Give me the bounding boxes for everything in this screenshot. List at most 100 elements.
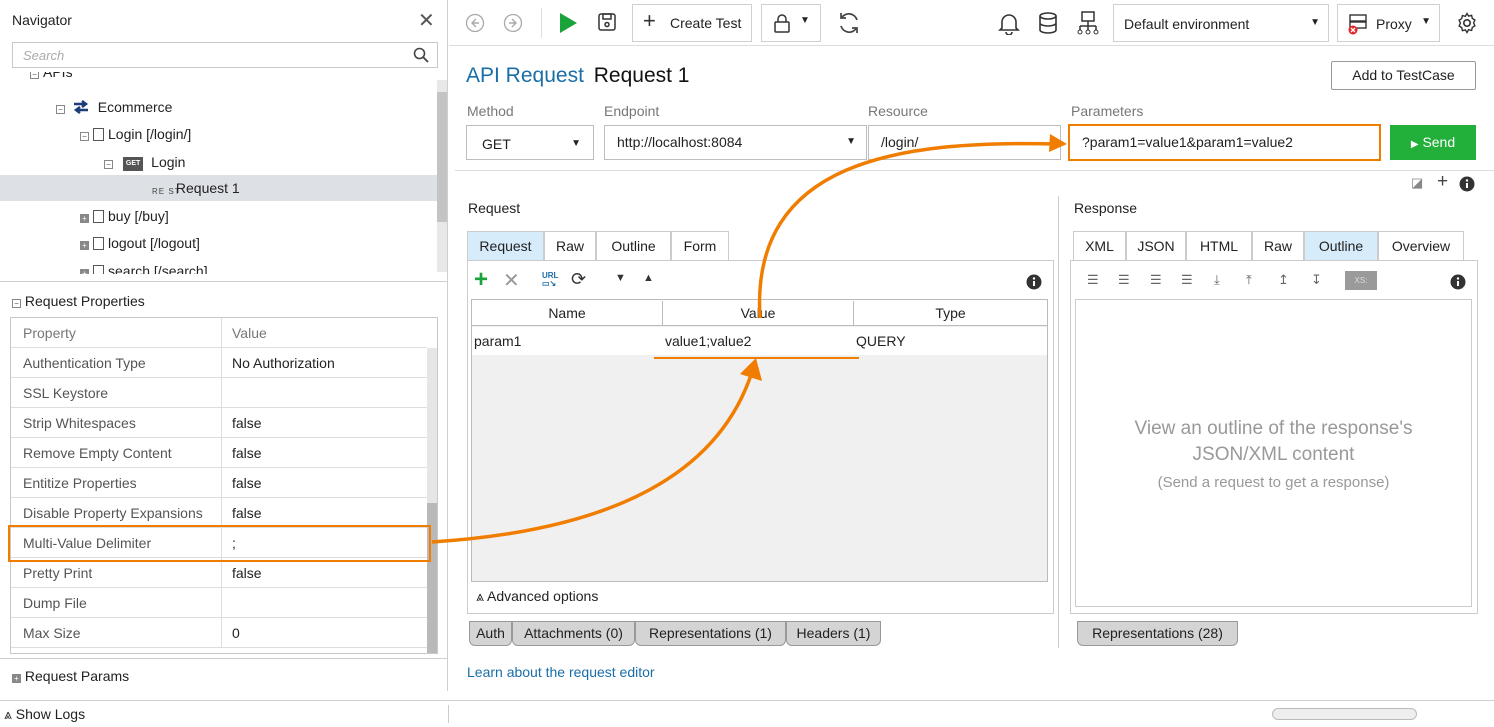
add-icon[interactable]: +	[1437, 171, 1448, 193]
tree-item-apis[interactable]: − APIs	[30, 72, 73, 79]
table-row[interactable]: param1 value1;value2 QUERY	[472, 327, 1047, 355]
resource-input[interactable]: /login/	[868, 125, 1061, 160]
create-test-button[interactable]: + Create Test	[632, 4, 752, 42]
tab-headers[interactable]: Headers (1)	[786, 621, 881, 646]
property-row[interactable]: Dump File	[11, 588, 427, 618]
remove-param-icon[interactable]: ✕	[503, 268, 520, 293]
tree-item-ecommerce[interactable]: − Ecommerce	[56, 94, 172, 120]
close-icon[interactable]: ✕	[418, 8, 435, 33]
learn-link[interactable]: Learn about the request editor	[467, 664, 655, 680]
info-icon[interactable]	[1026, 274, 1042, 290]
xsd-icon[interactable]: XS:	[1345, 271, 1377, 290]
tab-raw[interactable]: Raw	[1252, 231, 1304, 261]
placeholder-line-1: View an outline of the response's	[1134, 418, 1413, 439]
tab-form[interactable]: Form	[671, 231, 729, 261]
property-value[interactable]: No Authorization	[232, 355, 335, 371]
info-icon[interactable]	[1459, 176, 1475, 192]
property-row[interactable]: Entitize Properties false	[11, 468, 427, 498]
bell-icon[interactable]	[998, 11, 1020, 35]
tab-response-representations[interactable]: Representations (28)	[1077, 621, 1238, 646]
tree-item-login-method[interactable]: − GET Login	[104, 149, 185, 175]
move-up-icon[interactable]: ↥	[1278, 272, 1289, 288]
network-icon[interactable]	[1076, 10, 1100, 36]
show-logs-button[interactable]: ⩓ Show Logs	[4, 706, 85, 723]
send-button[interactable]: ▶ Send	[1390, 125, 1476, 160]
collapse-all-icon[interactable]: ⤒	[1246, 272, 1252, 288]
property-row[interactable]: Pretty Print false	[11, 558, 427, 588]
align-right-icon[interactable]: ☰	[1118, 272, 1130, 288]
param-name-cell[interactable]: param1	[474, 333, 521, 349]
info-icon[interactable]	[1450, 274, 1466, 290]
search-input[interactable]: Search	[12, 42, 438, 68]
tab-outline[interactable]: Outline	[596, 231, 671, 261]
property-value[interactable]: 0	[232, 625, 240, 641]
tab-request[interactable]: Request	[467, 231, 544, 261]
tab-representations[interactable]: Representations (1)	[635, 621, 786, 646]
settings-gear-icon[interactable]	[1456, 12, 1478, 34]
tab-xml[interactable]: XML	[1073, 231, 1126, 261]
tab-html[interactable]: HTML	[1186, 231, 1252, 261]
property-value[interactable]: false	[232, 565, 262, 581]
request-properties-header[interactable]: − Request Properties	[12, 293, 145, 309]
property-row[interactable]: Authentication Type No Authorization	[11, 348, 427, 378]
sync-icon[interactable]: ⟳	[571, 269, 586, 290]
tab-attachments[interactable]: Attachments (0)	[512, 621, 635, 646]
property-row[interactable]: Remove Empty Content false	[11, 438, 427, 468]
move-down-icon[interactable]: ▼	[615, 272, 626, 284]
method-value: GET	[482, 136, 511, 152]
highlight-delimiter	[8, 525, 431, 562]
property-row[interactable]: Max Size 0	[11, 618, 427, 648]
property-value[interactable]: false	[232, 415, 262, 431]
param-type-cell[interactable]: QUERY	[856, 333, 906, 349]
property-value[interactable]: false	[232, 445, 262, 461]
tree-item-buy[interactable]: + buy [/buy]	[80, 203, 169, 229]
tree-item-request-1[interactable]: RE ST Request 1	[0, 175, 437, 201]
add-param-icon[interactable]: +	[474, 266, 488, 294]
tree-item-logout[interactable]: + logout [/logout]	[80, 230, 200, 256]
horizontal-scrollbar[interactable]	[1272, 708, 1417, 720]
tab-json[interactable]: JSON	[1126, 231, 1186, 261]
property-value[interactable]: false	[232, 475, 262, 491]
param-value-cell[interactable]: value1;value2	[665, 333, 751, 349]
align-justify-icon[interactable]: ☰	[1150, 272, 1162, 288]
navigator-panel: Navigator ✕ Search − APIs − Ecommerce − Lo…	[0, 0, 448, 691]
tab-overview[interactable]: Overview	[1378, 231, 1464, 261]
advanced-options-toggle[interactable]: ⩓ Advanced options	[476, 588, 598, 605]
tree-item-login-resource[interactable]: − Login [/login/]	[80, 121, 191, 147]
back-icon[interactable]	[465, 13, 485, 33]
tree-scrollbar-thumb[interactable]	[437, 92, 447, 222]
tab-auth[interactable]: Auth	[469, 621, 512, 646]
response-placeholder: View an outline of the response's JSON/X…	[1075, 416, 1472, 496]
expand-all-icon[interactable]: ⤓	[1214, 272, 1220, 288]
run-icon[interactable]	[557, 12, 579, 34]
add-to-testcase-button[interactable]: Add to TestCase	[1331, 61, 1476, 90]
resource-icon	[93, 265, 104, 274]
proxy-dropdown[interactable]: Proxy ▼	[1337, 4, 1440, 42]
move-up-icon[interactable]: ▲	[643, 272, 654, 284]
database-icon[interactable]	[1038, 11, 1058, 35]
search-icon[interactable]	[413, 47, 429, 63]
align-center-icon[interactable]: ☰	[1181, 272, 1193, 288]
tab-raw[interactable]: Raw	[544, 231, 596, 261]
request-params-header[interactable]: + Request Params	[12, 668, 129, 684]
refresh-icon[interactable]	[837, 11, 861, 35]
tab-outline[interactable]: Outline	[1304, 231, 1378, 261]
method-select[interactable]: GET ▼	[466, 125, 594, 160]
environment-select[interactable]: Default environment ▼	[1113, 4, 1329, 42]
endpoint-input[interactable]: http://localhost:8084 ▼	[604, 125, 867, 160]
panel-splitter[interactable]	[1058, 196, 1059, 648]
move-down-icon[interactable]: ↧	[1311, 272, 1322, 288]
layout-toggle-icon[interactable]: ◪	[1411, 175, 1423, 191]
align-left-icon[interactable]: ☰	[1087, 272, 1099, 288]
property-row[interactable]: Strip Whitespaces false	[11, 408, 427, 438]
property-value[interactable]: false	[232, 505, 262, 521]
parameters-input[interactable]: ?param1=value1&param1=value2	[1068, 124, 1381, 161]
save-icon[interactable]	[597, 12, 617, 32]
forward-icon[interactable]	[503, 13, 523, 33]
divider	[455, 170, 1494, 171]
lock-dropdown[interactable]: ▼	[761, 4, 821, 42]
tree-item-search[interactable]: + search [/search]	[80, 258, 208, 274]
property-row[interactable]: Disable Property Expansions false	[11, 498, 427, 528]
property-row[interactable]: SSL Keystore	[11, 378, 427, 408]
url-encode-icon[interactable]: URL ▭↘	[542, 272, 558, 288]
